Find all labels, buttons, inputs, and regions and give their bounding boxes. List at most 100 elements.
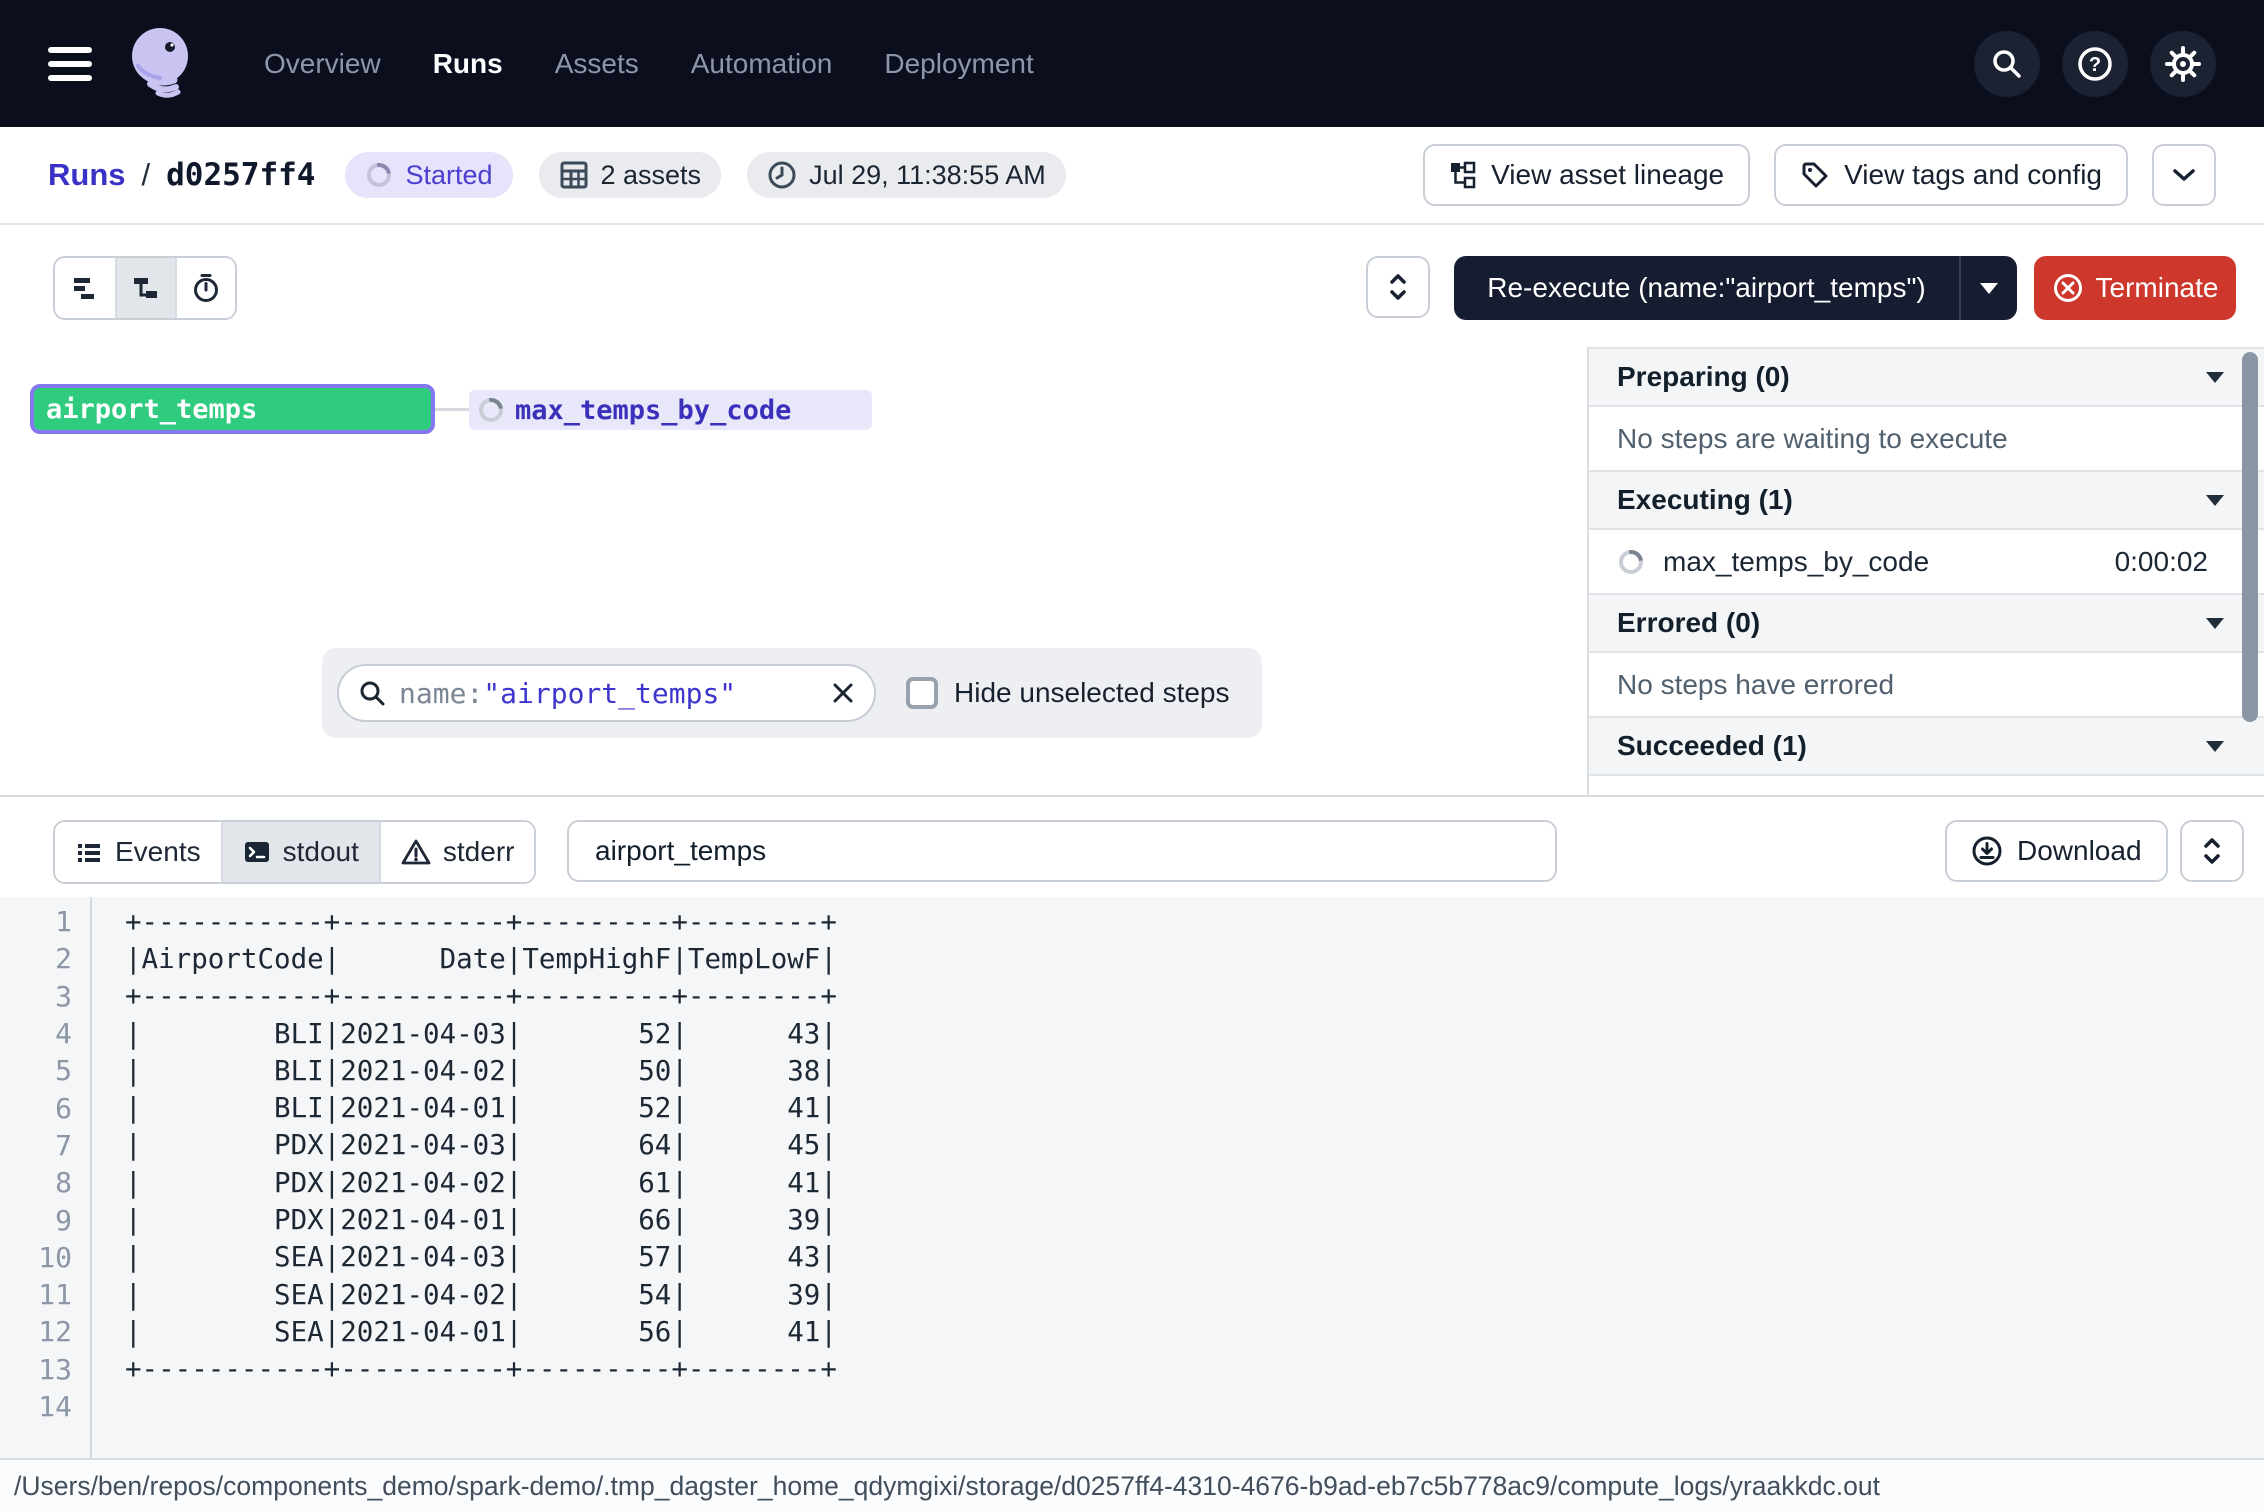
executing-step-row[interactable]: max_temps_by_code 0:00:02 <box>1589 530 2264 593</box>
step-filter-input[interactable] <box>567 820 1557 882</box>
view-tags-config-label: View tags and config <box>1844 159 2102 191</box>
nav-item-automation[interactable]: Automation <box>691 48 833 80</box>
timestamp-badge-label: Jul 29, 11:38:55 AM <box>809 160 1046 191</box>
assets-count-badge[interactable]: 2 assets <box>539 152 722 198</box>
hamburger-menu-icon[interactable] <box>48 47 92 81</box>
waterfall-view-icon <box>131 273 161 303</box>
tab-stderr[interactable]: stderr <box>379 822 535 882</box>
events-list-icon <box>75 838 103 866</box>
gantt-node-label: max_temps_by_code <box>515 395 791 426</box>
hide-unselected-checkbox[interactable] <box>906 677 938 709</box>
breadcrumb-runs-link[interactable]: Runs <box>48 157 126 193</box>
status-badge-label: Started <box>405 160 492 191</box>
gantt-node-max-temps-by-code[interactable]: max_temps_by_code <box>469 390 872 430</box>
step-search-input[interactable]: name:"airport_temps" <box>337 664 876 722</box>
gantt-node-airport-temps[interactable]: airport_temps <box>30 384 435 434</box>
spinner-icon <box>1617 548 1645 576</box>
log-line: 13+-----------+----------+---------+----… <box>0 1351 2264 1388</box>
nav-item-overview[interactable]: Overview <box>264 48 381 80</box>
assets-badge-label: 2 assets <box>601 160 702 191</box>
log-file-path-bar: /Users/ben/repos/components_demo/spark-d… <box>0 1458 2264 1512</box>
log-tabs: Events stdout stderr <box>53 820 536 884</box>
settings-button[interactable] <box>2150 31 2216 97</box>
more-actions-button[interactable] <box>2152 144 2216 206</box>
dagster-logo-icon[interactable] <box>126 26 198 102</box>
stdout-log-viewer: 1+-----------+----------+---------+-----… <box>0 897 2264 1460</box>
run-id: d0257ff4 <box>166 157 315 193</box>
lineage-icon <box>1449 161 1477 189</box>
section-header-executing[interactable]: Executing (1) <box>1589 470 2264 530</box>
warning-triangle-icon <box>401 838 431 866</box>
search-icon <box>1990 47 2024 81</box>
caret-down-icon <box>2206 372 2224 383</box>
expand-log-button[interactable] <box>2180 820 2244 882</box>
tab-label: stderr <box>443 836 515 868</box>
view-tags-config-button[interactable]: View tags and config <box>1774 144 2128 206</box>
gantt-flat-view-button[interactable] <box>55 258 115 318</box>
gantt-node-label: airport_temps <box>46 394 257 425</box>
svg-text:?: ? <box>2089 54 2101 76</box>
tab-events[interactable]: Events <box>55 822 221 882</box>
section-title: Errored (0) <box>1617 607 2206 639</box>
log-line: 12| SEA|2021-04-01| 56| 41| <box>0 1313 2264 1350</box>
spinner-icon <box>477 396 505 424</box>
nav-item-deployment[interactable]: Deployment <box>884 48 1033 80</box>
gantt-section: Re-execute (name:"airport_temps") Termin… <box>0 225 2264 795</box>
nav-item-assets[interactable]: Assets <box>555 48 639 80</box>
download-button[interactable]: Download <box>1945 820 2168 882</box>
clear-search-icon[interactable] <box>830 680 856 706</box>
log-line: 14 <box>0 1388 2264 1425</box>
search-prefix: name: <box>399 677 483 710</box>
terminate-button[interactable]: Terminate <box>2034 256 2236 320</box>
view-asset-lineage-button[interactable]: View asset lineage <box>1423 144 1750 206</box>
log-line: 9| PDX|2021-04-01| 66| 39| <box>0 1201 2264 1238</box>
log-line: 5| BLI|2021-04-02| 50| 38| <box>0 1052 2264 1089</box>
errored-empty-row: No steps have errored <box>1589 653 2264 716</box>
log-line: 2|AirportCode| Date|TempHighF|TempLowF| <box>0 940 2264 977</box>
expand-vertical-icon <box>1387 273 1409 301</box>
clock-icon <box>767 160 797 190</box>
search-icon <box>357 678 387 708</box>
view-asset-lineage-label: View asset lineage <box>1491 159 1724 191</box>
terminal-icon <box>243 838 271 866</box>
tab-stdout[interactable]: stdout <box>221 822 379 882</box>
section-header-preparing[interactable]: Preparing (0) <box>1589 347 2264 407</box>
stopwatch-icon <box>190 272 222 304</box>
caret-down-icon <box>2206 618 2224 629</box>
log-line: 6| BLI|2021-04-01| 52| 41| <box>0 1089 2264 1126</box>
spinner-icon <box>365 161 393 189</box>
section-header-succeeded[interactable]: Succeeded (1) <box>1589 716 2264 776</box>
panel-scrollbar[interactable] <box>2242 352 2258 722</box>
run-header: Runs / d0257ff4 Started 2 assets <box>0 127 2264 225</box>
log-line: 7| PDX|2021-04-03| 64| 45| <box>0 1127 2264 1164</box>
gantt-zoom-button[interactable] <box>1366 256 1430 318</box>
help-button[interactable]: ? <box>2062 31 2128 97</box>
log-line: 8| PDX|2021-04-02| 61| 41| <box>0 1164 2264 1201</box>
nav-menu: Overview Runs Assets Automation Deployme… <box>264 48 1034 80</box>
tag-icon <box>1800 160 1830 190</box>
download-icon <box>1971 835 2003 867</box>
log-line: 11| SEA|2021-04-02| 54| 39| <box>0 1276 2264 1313</box>
caret-down-icon <box>2206 741 2224 752</box>
section-header-errored[interactable]: Errored (0) <box>1589 593 2264 653</box>
hide-unselected-label: Hide unselected steps <box>954 677 1230 709</box>
section-title: Preparing (0) <box>1617 361 2206 393</box>
search-button[interactable] <box>1974 31 2040 97</box>
reexecute-button[interactable]: Re-execute (name:"airport_temps") <box>1454 272 1959 304</box>
reexecute-dropdown-button[interactable] <box>1959 256 2017 320</box>
caret-down-icon <box>2206 495 2224 506</box>
gantt-timer-view-button[interactable] <box>175 258 235 318</box>
nav-item-runs[interactable]: Runs <box>433 48 503 80</box>
log-section: Events stdout stderr Download <box>0 795 2264 1458</box>
breadcrumb-separator: / <box>142 157 151 193</box>
gantt-edge <box>435 408 469 411</box>
run-steps-panel: Preparing (0) No steps are waiting to ex… <box>1587 347 2264 795</box>
timestamp-badge: Jul 29, 11:38:55 AM <box>747 152 1066 198</box>
log-line: 3+-----------+----------+---------+-----… <box>0 978 2264 1015</box>
log-line: 1+-----------+----------+---------+-----… <box>0 903 2264 940</box>
step-search-bar: name:"airport_temps" Hide unselected ste… <box>322 648 1262 738</box>
help-icon: ? <box>2076 45 2114 83</box>
section-title: Succeeded (1) <box>1617 730 2206 762</box>
status-badge: Started <box>345 152 512 198</box>
gantt-waterfall-view-button[interactable] <box>115 258 175 318</box>
